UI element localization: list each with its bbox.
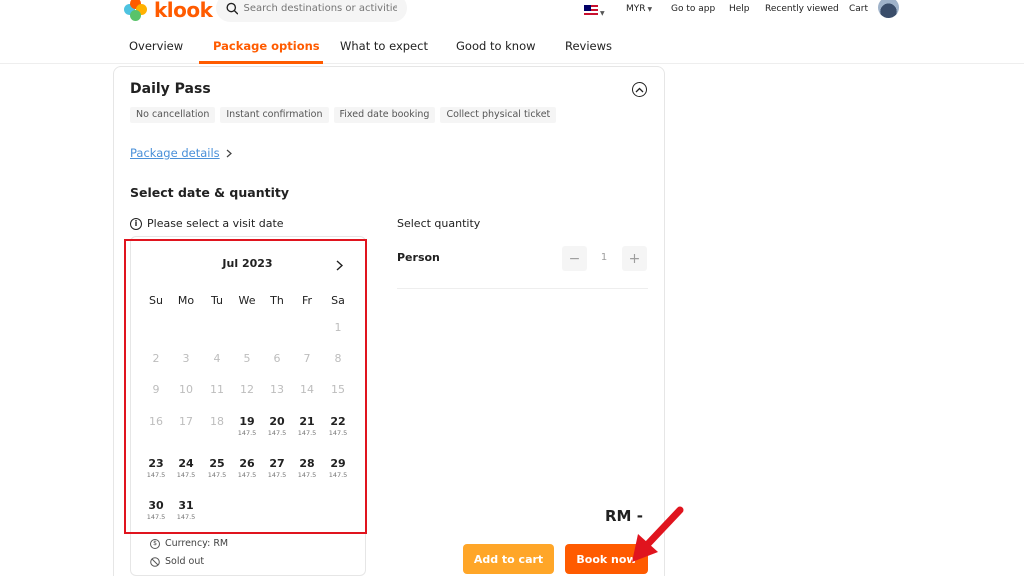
legend-sold-out: Sold out	[150, 556, 204, 567]
total-price: RM -	[605, 507, 643, 525]
quantity-value: 1	[600, 252, 608, 263]
legend-currency-text: Currency: RM	[165, 538, 229, 549]
go-to-app-link[interactable]: Go to app	[671, 4, 715, 14]
plus-icon: +	[628, 250, 641, 267]
tab-overview[interactable]: Overview	[129, 39, 183, 53]
package-tags: No cancellation Instant confirmation Fix…	[130, 107, 557, 123]
language-selector[interactable]: ▼	[584, 5, 605, 18]
tab-package-options[interactable]: Package options	[213, 39, 320, 53]
visit-date-note: i Please select a visit date	[130, 217, 284, 230]
chevron-down-icon: ▼	[647, 6, 653, 13]
collapse-button[interactable]	[632, 82, 647, 97]
book-now-button[interactable]: Book now	[565, 544, 648, 574]
tab-good-to-know[interactable]: Good to know	[456, 39, 536, 53]
quantity-increase-button[interactable]: +	[622, 246, 647, 271]
quantity-divider	[397, 288, 648, 289]
cart-link[interactable]: Cart	[849, 4, 868, 14]
section-tabs: Overview Package options What to expect …	[0, 30, 1024, 64]
select-quantity-heading: Select quantity	[397, 217, 481, 230]
package-details-label: Package details	[130, 146, 220, 160]
tag-fixed-date-booking: Fixed date booking	[333, 107, 436, 123]
visit-date-note-text: Please select a visit date	[147, 217, 284, 230]
info-icon: i	[130, 217, 142, 230]
no-entry-icon	[150, 556, 160, 567]
calendar-highlight-annotation	[124, 239, 367, 534]
currency-selector[interactable]: MYR ▼	[626, 4, 652, 14]
chevron-down-icon: ▼	[600, 10, 605, 17]
add-to-cart-button[interactable]: Add to cart	[463, 544, 554, 574]
quantity-decrease-button[interactable]: −	[562, 246, 587, 271]
minus-icon: −	[568, 250, 581, 267]
tab-what-to-expect[interactable]: What to expect	[340, 39, 428, 53]
dollar-circle-icon: $	[150, 538, 160, 549]
package-details-link[interactable]: Package details	[130, 146, 232, 160]
package-title: Daily Pass	[130, 81, 211, 97]
malaysia-flag-icon	[584, 5, 598, 15]
active-tab-indicator	[199, 61, 323, 64]
person-label: Person	[397, 251, 440, 264]
select-date-quantity-heading: Select date & quantity	[130, 185, 289, 200]
currency-label: MYR	[626, 4, 646, 14]
tag-collect-physical-ticket: Collect physical ticket	[440, 107, 557, 123]
help-link[interactable]: Help	[729, 4, 750, 14]
chevron-up-circle-icon	[635, 87, 644, 92]
tag-no-cancellation: No cancellation	[130, 107, 216, 123]
tab-reviews[interactable]: Reviews	[565, 39, 612, 53]
legend-currency: $ Currency: RM	[150, 538, 228, 549]
recently-viewed-link[interactable]: Recently viewed	[765, 4, 839, 14]
tag-instant-confirmation: Instant confirmation	[220, 107, 329, 123]
chevron-right-icon	[226, 149, 232, 157]
legend-sold-out-text: Sold out	[165, 556, 205, 567]
top-header: klook ▼ MYR▼ Go to app Help Recently vie…	[0, 0, 1024, 24]
